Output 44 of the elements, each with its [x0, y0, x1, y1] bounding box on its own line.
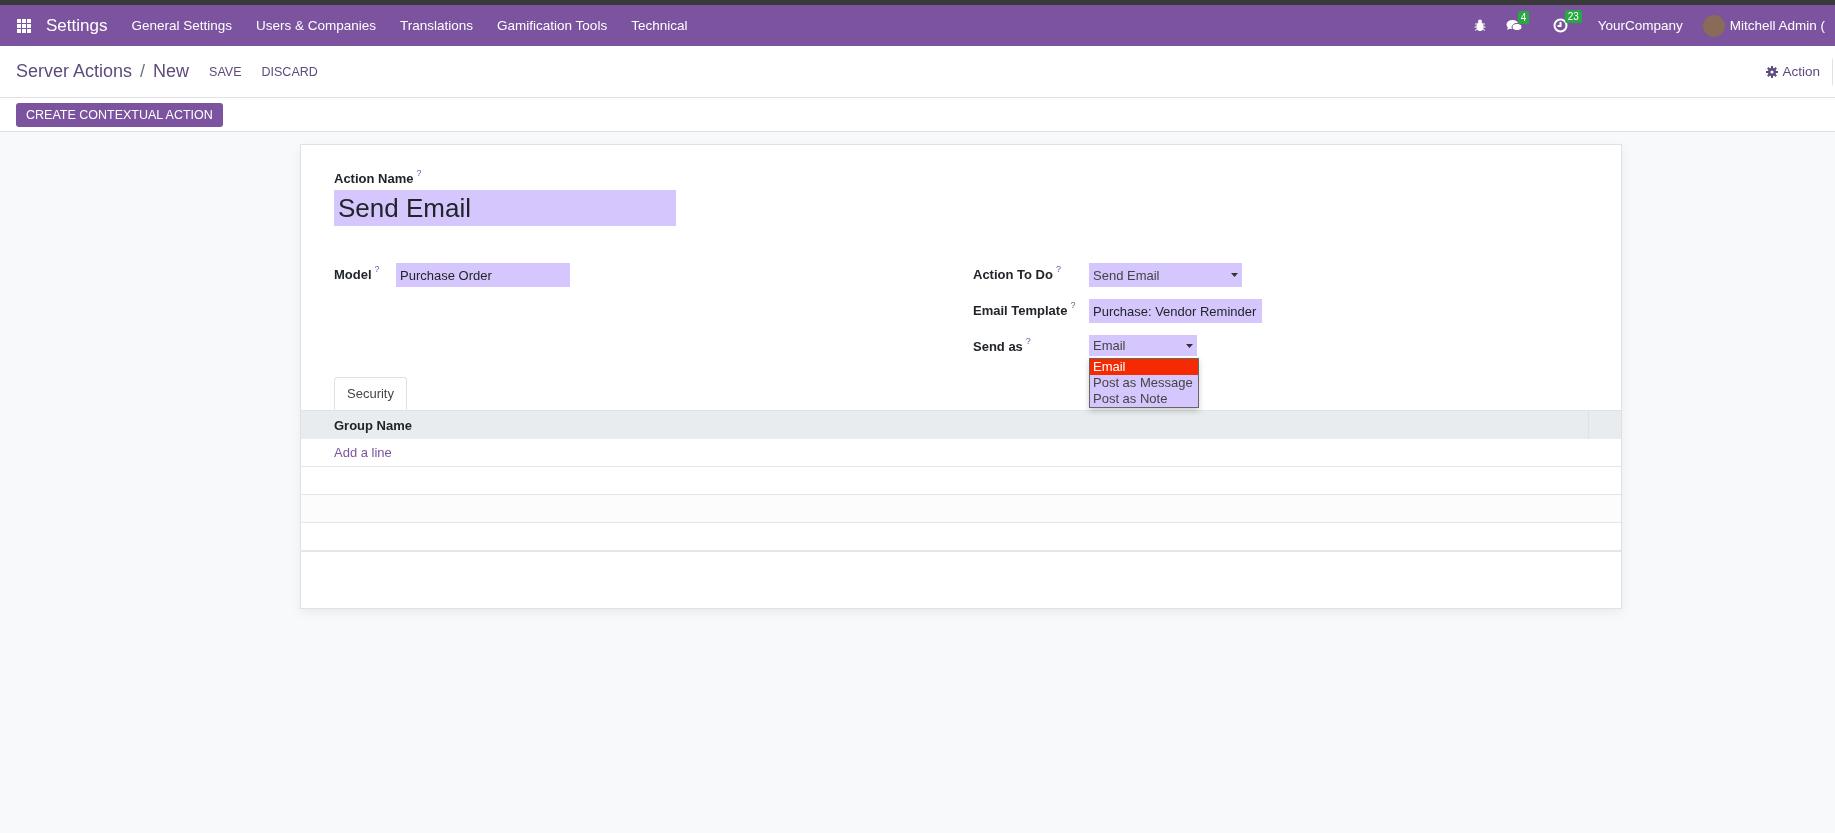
- tab[interactable]: Security: [334, 377, 407, 410]
- help-tooltip-mark[interactable]: ?: [1025, 337, 1031, 346]
- dropdown-option[interactable]: Post as Note: [1090, 391, 1198, 407]
- breadcrumb-current: New: [153, 61, 190, 82]
- create-contextual-action-button[interactable]: CREATE CONTEXTUAL ACTION: [16, 102, 223, 127]
- header-button[interactable]: DISCARD: [253, 60, 326, 83]
- action-menu-button[interactable]: Action: [1762, 60, 1824, 83]
- model-field[interactable]: Purchase Order: [396, 263, 570, 287]
- help-tooltip-mark[interactable]: ?: [1070, 301, 1076, 310]
- menu-item[interactable]: Translations: [388, 18, 486, 33]
- field-label: Action To Do: [973, 267, 1053, 282]
- action-name-field[interactable]: Send Email: [334, 190, 676, 226]
- app-name[interactable]: Settings: [46, 15, 108, 36]
- help-tooltip-mark[interactable]: ?: [416, 169, 422, 178]
- template-field[interactable]: Purchase: Vendor Reminder: [1089, 299, 1262, 323]
- menu-item[interactable]: Gamification Tools: [485, 18, 620, 33]
- breadcrumb-link[interactable]: Server Actions: [16, 61, 133, 82]
- caret-icon: [1231, 273, 1238, 277]
- bug-icon[interactable]: [1473, 19, 1486, 32]
- menu-item[interactable]: Technical: [619, 18, 700, 33]
- activity-count-badge: 23: [1564, 10, 1582, 23]
- select-field[interactable]: Send Email: [1089, 263, 1242, 287]
- dropdown-option[interactable]: Post as Message: [1090, 375, 1198, 391]
- menu-item[interactable]: General Settings: [119, 18, 244, 33]
- add-line-link[interactable]: Add a line: [301, 445, 392, 460]
- field-label: Action Name: [334, 171, 414, 186]
- company-switcher[interactable]: YourCompany: [1597, 18, 1683, 33]
- help-tooltip-mark[interactable]: ?: [1055, 265, 1061, 274]
- menu-item[interactable]: Users & Companies: [244, 18, 389, 33]
- caret-icon: [1186, 343, 1193, 348]
- help-tooltip-mark[interactable]: ?: [374, 265, 380, 274]
- message-count-badge: 4: [1517, 10, 1530, 24]
- clock-icon[interactable]: [1552, 18, 1568, 33]
- dropdown-option[interactable]: Email: [1090, 359, 1198, 375]
- breadcrumb-separator: /: [140, 61, 146, 82]
- field-label: Email Template: [973, 303, 1068, 318]
- app-grid-icon[interactable]: [17, 18, 31, 33]
- select-field[interactable]: Email: [1089, 335, 1197, 356]
- user-menu[interactable]: Mitchell Admin (: [1729, 18, 1825, 33]
- header-button[interactable]: SAVE: [201, 60, 250, 83]
- column-header: Group Name: [333, 417, 413, 433]
- field-label: Send as: [973, 339, 1023, 354]
- field-label: Model: [334, 267, 372, 282]
- gear-icon: [1766, 65, 1779, 78]
